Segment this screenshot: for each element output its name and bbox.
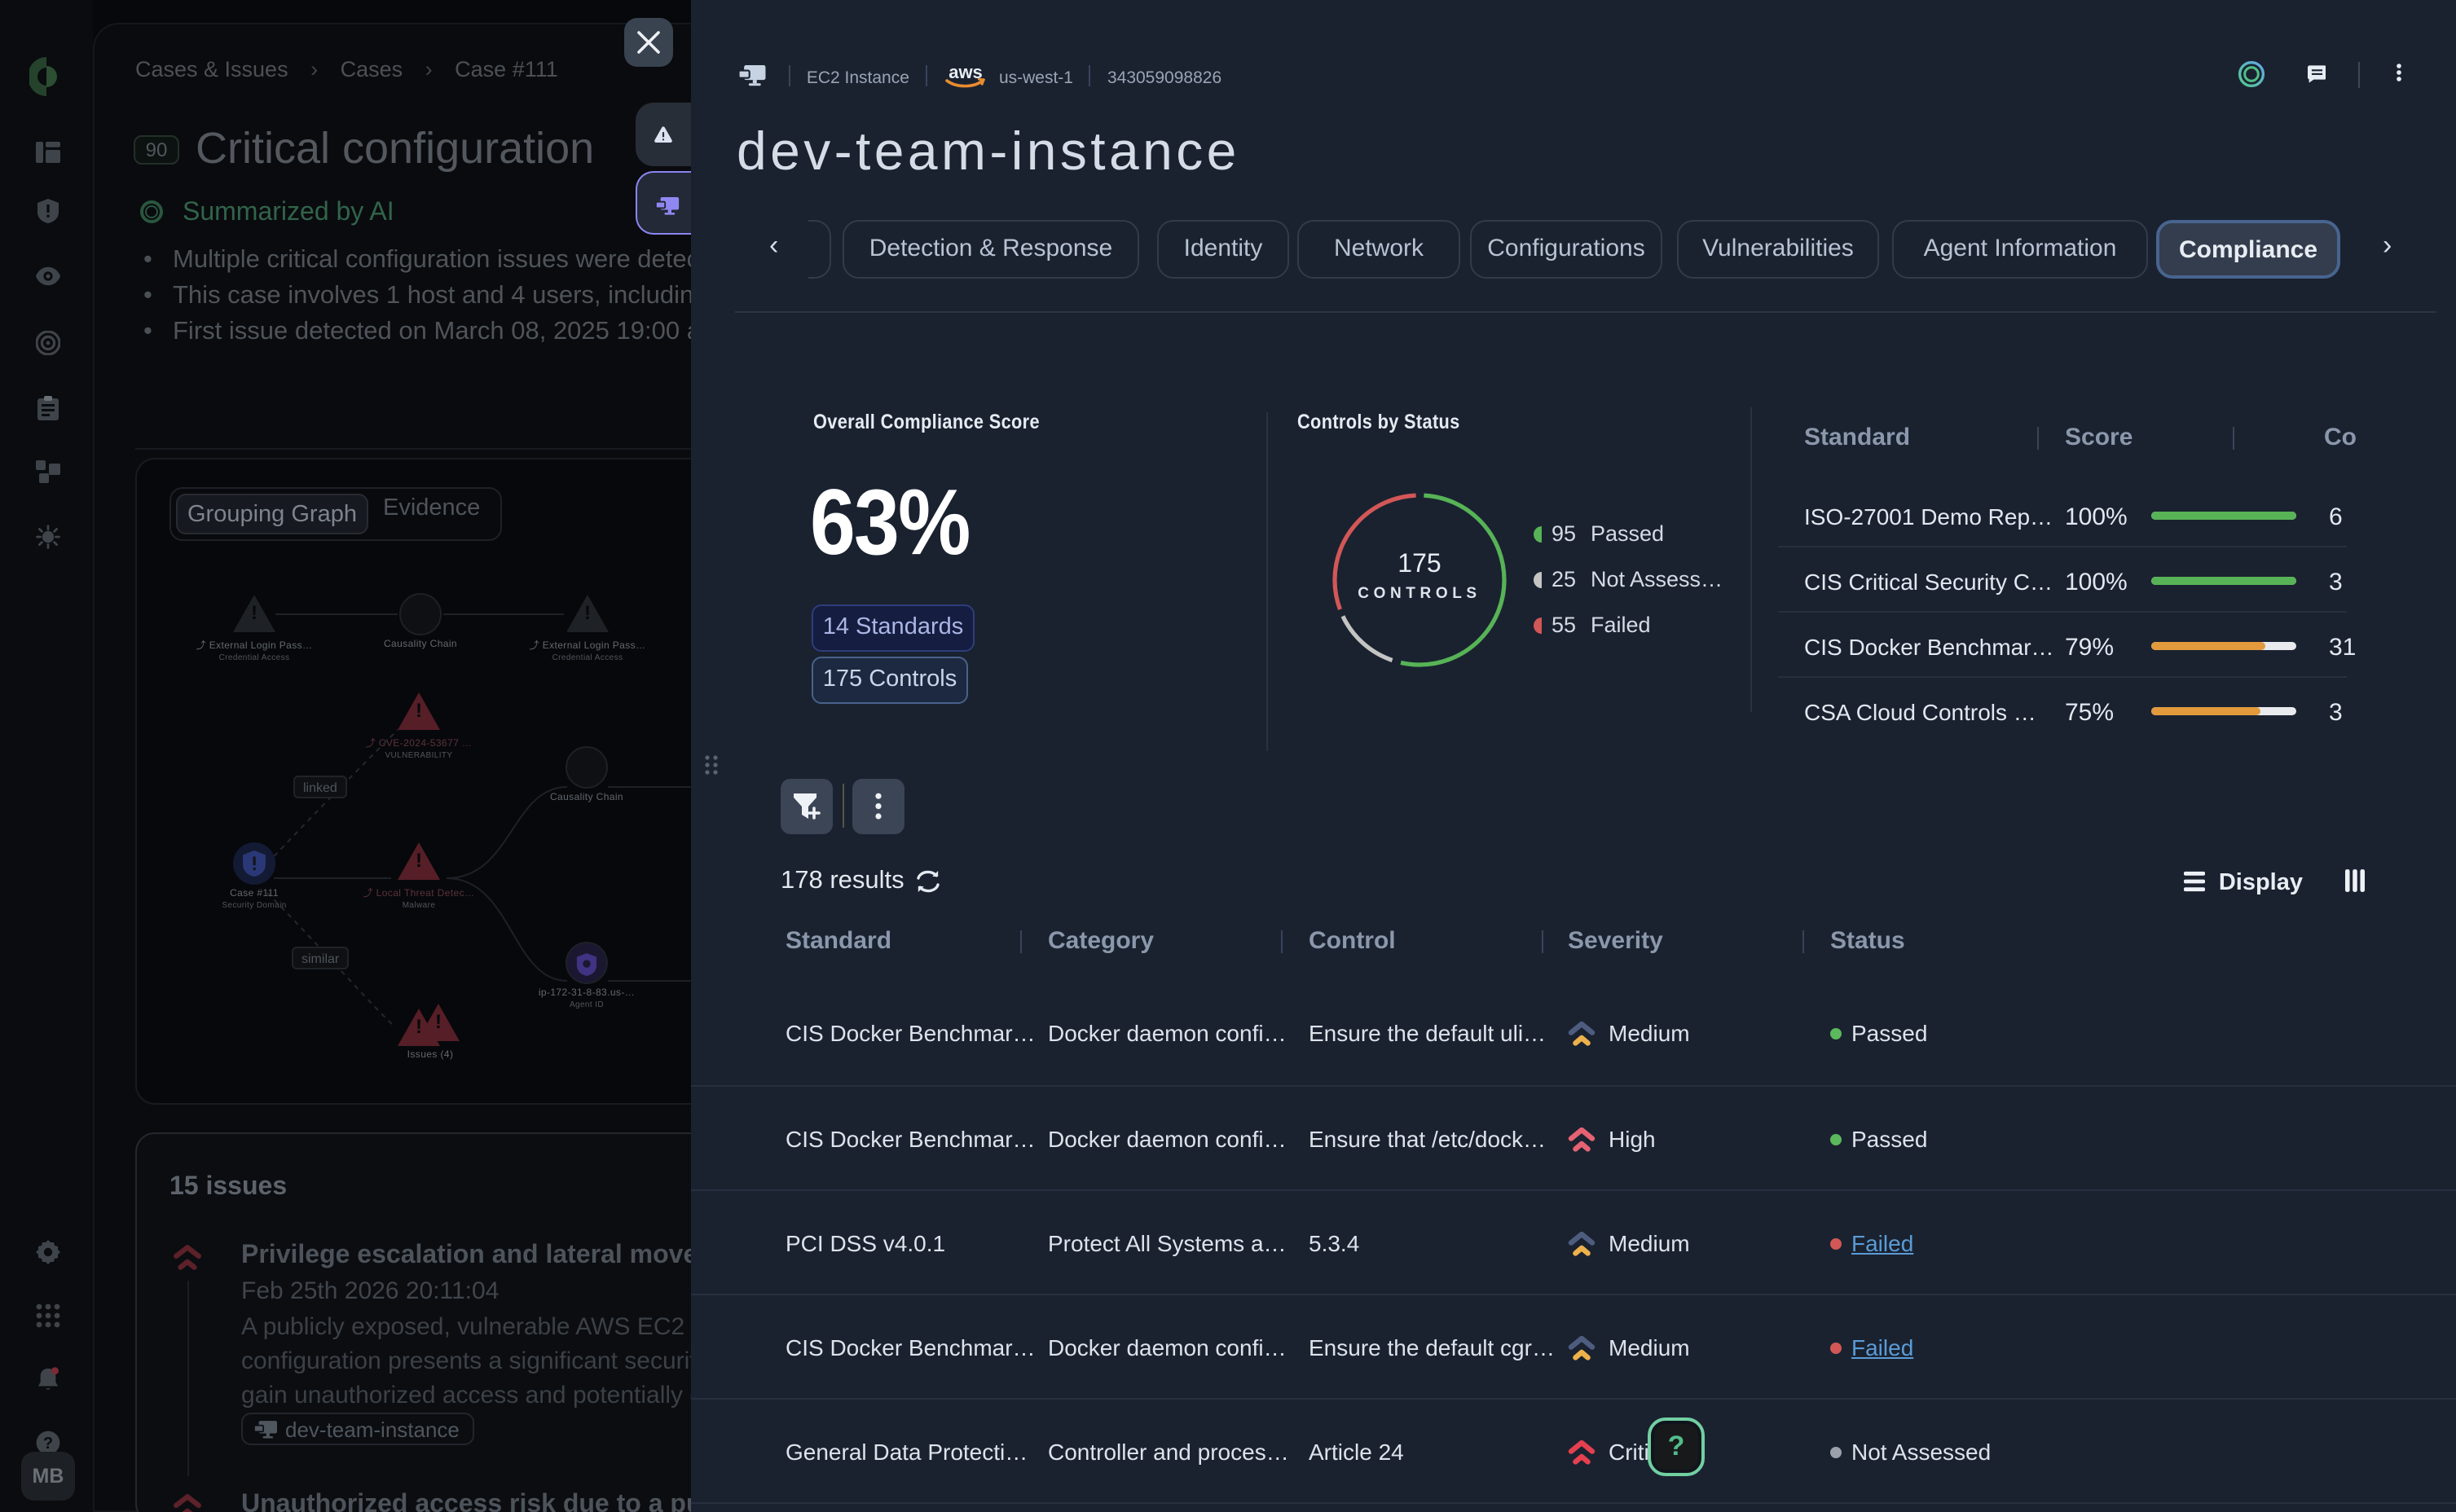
svg-text:aws: aws: [949, 62, 983, 82]
svg-text:?: ?: [43, 1435, 53, 1453]
